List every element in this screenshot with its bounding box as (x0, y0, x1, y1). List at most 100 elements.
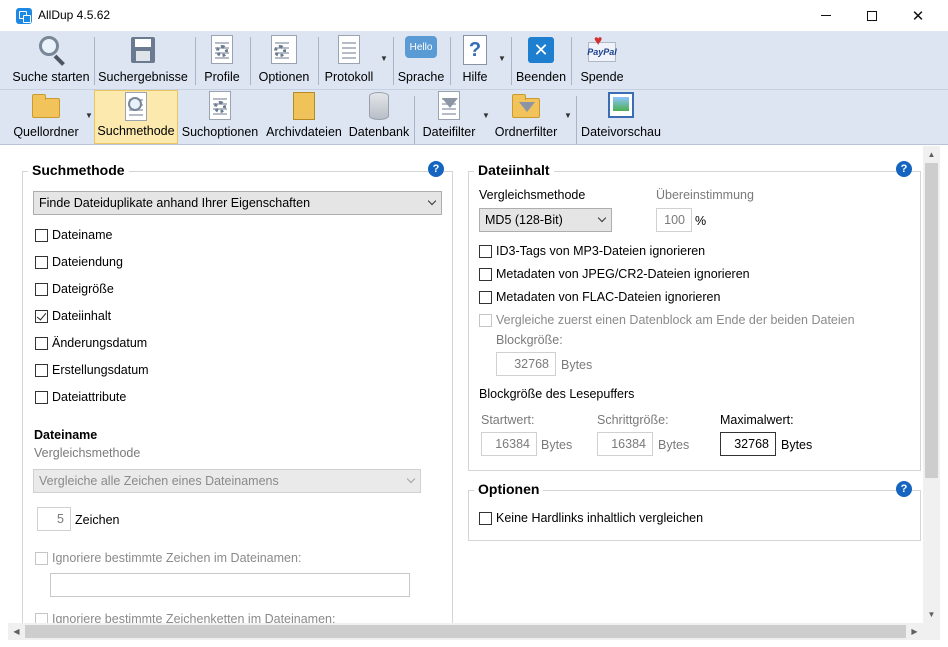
dateiinhalt-title: Dateiinhalt (474, 162, 554, 178)
window-border (940, 146, 948, 647)
chevron-down-icon (427, 196, 437, 206)
search-options-icon (204, 90, 236, 121)
checkbox-box[interactable] (35, 282, 48, 296)
toolbar-label: Suchmethode (97, 124, 175, 138)
toolbar-separator (393, 37, 394, 85)
database-icon (363, 90, 395, 121)
file-filter-icon (433, 90, 465, 121)
help-book-icon: ? (459, 34, 491, 66)
scroll-up-arrow-icon[interactable]: ▲ (923, 146, 940, 163)
hash-method-select[interactable]: MD5 (128-Bit) (479, 208, 612, 232)
horizontal-scrollbar[interactable]: ◀ ▶ (8, 623, 923, 640)
toolbar-button-hilfe[interactable]: ? Hilfe (456, 31, 494, 89)
toolbar-label: Archivdateien (266, 125, 342, 139)
maximalwert-field[interactable]: 32768 (720, 432, 776, 456)
title-bar: AllDup 4.5.62 ✕ (0, 0, 948, 31)
checkbox-dateiattribute[interactable]: Dateiattribute (35, 390, 126, 404)
toolbar-label: Datenbank (348, 125, 410, 139)
checkbox-jpeg-metadata[interactable]: Metadaten von JPEG/CR2-Dateien ignoriere… (479, 267, 750, 281)
checkbox-hardlinks[interactable]: Keine Hardlinks inhaltlich vergleichen (479, 511, 703, 525)
quellordner-dropdown-arrow-icon[interactable]: ▼ (85, 111, 93, 120)
magnifier-icon (35, 34, 67, 66)
scrollbar-corner (923, 623, 940, 640)
file-preview-icon (605, 90, 637, 121)
checkbox-box-checked[interactable] (35, 309, 48, 323)
hilfe-dropdown-arrow-icon[interactable]: ▼ (498, 54, 506, 63)
toolbar-button-protokoll[interactable]: Protokoll (322, 31, 376, 89)
startwert-field: 16384 (481, 432, 537, 456)
toolbar-button-optionen[interactable]: Optionen (255, 31, 313, 89)
maximize-button[interactable] (849, 0, 895, 31)
toolbar-label: Ordnerfilter (494, 125, 558, 139)
checkbox-box[interactable] (35, 255, 48, 269)
toolbar-button-spende[interactable]: PayPal ♥ Spende (578, 31, 626, 89)
checkbox-aenderungsdatum[interactable]: Änderungsdatum (35, 336, 147, 350)
scroll-right-arrow-icon[interactable]: ▶ (906, 623, 923, 640)
toolbar-label: Quellordner (13, 125, 79, 139)
search-method-icon (120, 91, 152, 121)
dateifilter-dropdown-arrow-icon[interactable]: ▼ (482, 111, 490, 120)
toolbar-label: Beenden (515, 70, 567, 84)
toolbar-button-suchoptionen[interactable]: Suchoptionen (181, 90, 259, 144)
toolbar-button-suche-starten[interactable]: Suche starten (12, 31, 90, 89)
blockgroesse-field: 32768 (496, 352, 556, 376)
scroll-down-arrow-icon[interactable]: ▼ (923, 606, 940, 623)
checkbox-box[interactable] (479, 511, 492, 525)
checkbox-id3-tags[interactable]: ID3-Tags von MP3-Dateien ignorieren (479, 244, 705, 258)
checkbox-dateiname[interactable]: Dateiname (35, 228, 112, 242)
toolbar-button-dateivorschau[interactable]: Dateivorschau (580, 90, 662, 144)
toolbar-label: Sprache (397, 70, 445, 84)
minimize-button[interactable] (803, 0, 849, 31)
close-button[interactable]: ✕ (895, 0, 941, 31)
checkbox-dateiendung[interactable]: Dateiendung (35, 255, 123, 269)
window-border (0, 623, 8, 640)
zeichen-label: Zeichen (75, 513, 120, 527)
checkbox-dateigroesse[interactable]: Dateigröße (35, 282, 114, 296)
checkbox-dateiinhalt[interactable]: Dateiinhalt (35, 309, 111, 323)
suchmethode-help-icon[interactable]: ? (428, 161, 444, 177)
toolbar-label: Optionen (258, 70, 310, 84)
horizontal-scroll-thumb[interactable] (25, 625, 906, 638)
toolbar-button-datenbank[interactable]: Datenbank (347, 90, 411, 144)
toolbar-separator (318, 37, 319, 85)
toolbar-separator (450, 37, 451, 85)
vertical-scroll-thumb[interactable] (925, 163, 938, 478)
toolbar-button-suchergebnisse[interactable]: Suchergebnisse (98, 31, 188, 89)
vertical-scrollbar[interactable]: ▲ ▼ (923, 146, 940, 623)
paypal-donate-icon: PayPal ♥ (586, 32, 618, 66)
checkbox-flac-metadata[interactable]: Metadaten von FLAC-Dateien ignorieren (479, 290, 720, 304)
uebereinstimmung-label: Übereinstimmung (656, 188, 754, 202)
checkbox-box[interactable] (35, 336, 48, 350)
results-save-icon (127, 34, 159, 66)
toolbar-button-beenden[interactable]: ✕ Beenden (516, 31, 566, 89)
checkbox-box[interactable] (479, 244, 492, 258)
ignore-chars-input (50, 573, 410, 597)
checkbox-box[interactable] (479, 290, 492, 304)
checkbox-box[interactable] (479, 267, 492, 281)
search-method-select[interactable]: Finde Dateiduplikate anhand Ihrer Eigens… (33, 191, 442, 215)
toolbar-button-sprache[interactable]: Hello Sprache (398, 31, 444, 89)
protokoll-dropdown-arrow-icon[interactable]: ▼ (380, 54, 388, 63)
checkbox-erstellungsdatum[interactable]: Erstellungsdatum (35, 363, 149, 377)
language-hello-icon: Hello (405, 34, 437, 66)
toolbar-button-ordnerfilter[interactable]: Ordnerfilter (492, 90, 560, 144)
checkbox-box (35, 612, 48, 623)
toolbar-button-archivdateien[interactable]: Archivdateien (264, 90, 344, 144)
checkbox-box[interactable] (35, 390, 48, 404)
scroll-left-arrow-icon[interactable]: ◀ (8, 623, 25, 640)
dateiinhalt-help-icon[interactable]: ? (896, 161, 912, 177)
checkbox-box[interactable] (35, 228, 48, 242)
toolbar-separator (576, 96, 577, 144)
toolbar-button-suchmethode[interactable]: Suchmethode (94, 90, 178, 144)
dateiname-vergleichsmethode-label: Vergleichsmethode (34, 446, 141, 460)
toolbar-label: Protokoll (324, 70, 374, 84)
ordnerfilter-dropdown-arrow-icon[interactable]: ▼ (564, 111, 572, 120)
toolbar-button-quellordner[interactable]: Quellordner (12, 90, 80, 144)
toolbar-button-dateifilter[interactable]: Dateifilter (419, 90, 479, 144)
optionen-help-icon[interactable]: ? (896, 481, 912, 497)
exit-icon: ✕ (525, 34, 557, 66)
toolbar-button-profile[interactable]: Profile (200, 31, 244, 89)
dateiinhalt-vergleichsmethode-label: Vergleichsmethode (479, 188, 586, 202)
toolbar-separator (511, 37, 512, 85)
checkbox-box[interactable] (35, 363, 48, 377)
